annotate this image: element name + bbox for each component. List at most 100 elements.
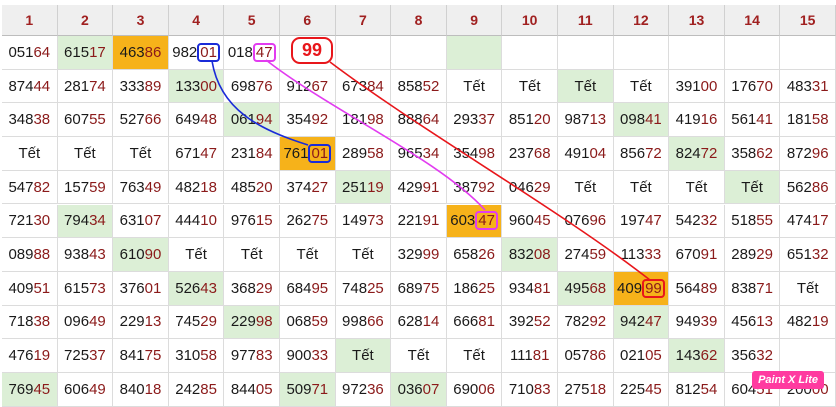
number-head-digits: 133 xyxy=(175,77,201,95)
result-cell: 564 89 xyxy=(669,271,725,306)
number-head-digits: 761 xyxy=(283,144,309,162)
result-cell xyxy=(669,36,725,70)
result-cell: Tết xyxy=(780,271,836,306)
result-cell: Tết xyxy=(502,69,558,104)
number-head-digits: 251 xyxy=(342,178,368,196)
number-head-digits: 474 xyxy=(786,212,812,230)
number-tail-digits: 68 xyxy=(533,144,551,162)
number-head-digits: 456 xyxy=(731,313,757,331)
result-cell: 348 38 xyxy=(2,103,58,138)
number-tail-digits: 88 xyxy=(33,246,51,264)
result-cell: 763 49 xyxy=(113,170,169,205)
number-tail-digits: 20 xyxy=(533,111,551,129)
number-head-digits: 824 xyxy=(675,144,701,162)
number-head-digits: 782 xyxy=(564,313,590,331)
result-cell: 391 00 xyxy=(669,69,725,104)
number-head-digits: 231 xyxy=(230,144,256,162)
number-tail-digits: 26 xyxy=(478,246,495,264)
number-tail-digits: 71 xyxy=(756,279,773,297)
number-head-digits: 690 xyxy=(453,380,479,398)
number-tail-digits: 72 xyxy=(645,144,662,162)
number-tail-digits: 92 xyxy=(478,178,495,196)
number-tail-digits: 00 xyxy=(700,77,718,95)
result-cell: Tết xyxy=(558,170,614,205)
result-cell: 606 49 xyxy=(57,373,114,407)
number-head-digits: 157 xyxy=(64,178,90,196)
result-cell: 666 81 xyxy=(446,305,503,340)
number-tail-digits: 58 xyxy=(200,347,217,365)
result-cell: 673 84 xyxy=(335,69,392,104)
number-head-digits: 938 xyxy=(64,246,90,264)
result-cell: 942 47 xyxy=(613,305,670,340)
result-cell: 176 70 xyxy=(724,69,781,104)
number-tail-digits: 73 xyxy=(367,212,384,230)
result-cell: 237 68 xyxy=(502,137,558,171)
number-head-digits: 111 xyxy=(509,347,533,365)
number-head-digits: 274 xyxy=(564,246,590,264)
number-tail-digits: 38 xyxy=(33,313,51,331)
number-tail-digits: 75 xyxy=(144,347,162,365)
result-cell: 782 92 xyxy=(558,305,614,340)
result-cell: 710 83 xyxy=(502,373,558,407)
result-cell: 603 47 xyxy=(446,204,503,239)
number-tail-digits: 17 xyxy=(811,212,829,230)
result-cell: Tết xyxy=(446,339,503,373)
number-head-digits: 900 xyxy=(286,347,312,365)
result-cell: 429 91 xyxy=(391,170,447,205)
number-tail-digits: 52 xyxy=(422,77,440,95)
number-tail-digits: 71 xyxy=(311,380,329,398)
number-head-digits: 333 xyxy=(119,77,145,95)
result-cell: 670 91 xyxy=(669,238,725,272)
result-cell: 690 06 xyxy=(446,373,503,407)
number-tail-digits: 13 xyxy=(144,313,162,331)
number-head-digits: 181 xyxy=(342,111,368,129)
number-tail-digits: 33 xyxy=(311,347,329,365)
result-cell: 476 19 xyxy=(2,339,58,373)
result-cell: 098 41 xyxy=(613,103,670,138)
number-head-digits: 666 xyxy=(453,313,479,331)
number-tail-digits: 00 xyxy=(200,77,217,95)
number-tail-digits: 38 xyxy=(33,111,51,129)
result-cell: 812 54 xyxy=(669,373,725,407)
result-cell: 769 45 xyxy=(2,373,58,407)
result-cell: 721 30 xyxy=(2,204,58,239)
number-head-digits: 046 xyxy=(508,178,534,196)
column-header: 10 xyxy=(502,5,558,36)
number-head-digits: 987 xyxy=(564,111,590,129)
paint-x-lite-watermark: Paint X Lite xyxy=(752,371,824,389)
number-head-digits: 888 xyxy=(397,111,423,129)
number-head-digits: 982 xyxy=(172,43,198,61)
number-tail-digits: 45 xyxy=(645,380,662,398)
result-cell: 858 52 xyxy=(391,69,447,104)
number-head-digits: 483 xyxy=(786,77,812,95)
result-cell: 912 67 xyxy=(280,69,336,104)
number-head-digits: 527 xyxy=(119,111,145,129)
number-head-digits: 482 xyxy=(786,313,812,331)
number-head-digits: 281 xyxy=(64,77,90,95)
result-cell: 419 16 xyxy=(669,103,725,138)
number-tail-digits: 44 xyxy=(33,77,51,95)
result-cell: 725 37 xyxy=(57,339,114,373)
number-head-digits: 812 xyxy=(675,380,701,398)
number-head-digits: 689 xyxy=(397,279,423,297)
number-head-digits: 872 xyxy=(786,144,812,162)
number-tail-digits: 27 xyxy=(311,178,329,196)
number-tail-digits: 05 xyxy=(645,347,662,365)
number-tail-digits: 33 xyxy=(644,246,662,264)
number-tail-digits: 64 xyxy=(422,111,440,129)
result-cell: 057 86 xyxy=(558,339,614,373)
number-head-digits: 429 xyxy=(397,178,423,196)
result-cell: 409 99 xyxy=(613,271,670,306)
number-head-digits: 562 xyxy=(786,178,812,196)
number-head-digits: 229 xyxy=(119,313,145,331)
number-head-digits: 965 xyxy=(397,144,423,162)
number-head-digits: 289 xyxy=(342,144,368,162)
result-cell: 982 01 xyxy=(168,36,225,70)
number-head-digits: 089 xyxy=(8,246,34,264)
number-tail-digits: 91 xyxy=(700,246,718,264)
number-head-digits: 684 xyxy=(286,279,312,297)
result-cell: 387 92 xyxy=(446,170,503,205)
column-header: 6 xyxy=(280,5,336,36)
result-cell xyxy=(780,36,836,70)
result-cell xyxy=(502,36,558,70)
